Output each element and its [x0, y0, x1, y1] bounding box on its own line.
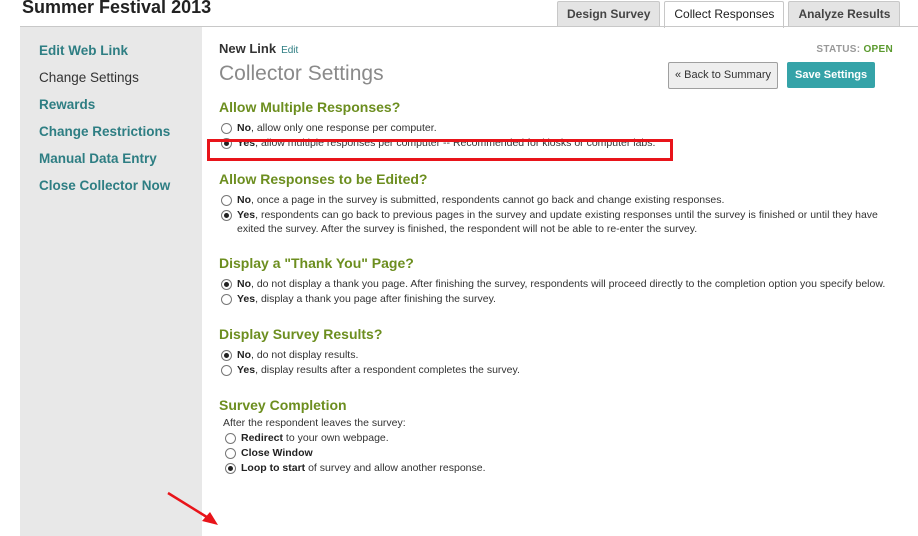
option-edited-no: No, once a page in the survey is submitt…	[219, 193, 899, 207]
option-label: Redirect	[241, 432, 284, 444]
tab-design-survey[interactable]: Design Survey	[557, 1, 661, 26]
option-close-window: Close Window	[223, 446, 899, 460]
main-content: New Link Edit STATUS: OPEN Collector Sett…	[219, 40, 899, 476]
tab-analyze-results[interactable]: Analyze Results	[788, 1, 901, 26]
option-text: , do not display results.	[251, 349, 359, 361]
radio-thankyou-no[interactable]	[221, 279, 232, 290]
sidebar-item-change-restrictions[interactable]: Change Restrictions	[39, 118, 202, 145]
option-text: , allow only one response per computer.	[251, 122, 437, 134]
section-title: Display a "Thank You" Page?	[219, 255, 414, 271]
edit-link[interactable]: Edit	[281, 45, 298, 56]
radio-results-yes[interactable]	[221, 365, 232, 376]
sidebar-item-close-collector-now[interactable]: Close Collector Now	[39, 172, 202, 199]
option-label: Yes	[237, 209, 256, 221]
sidebar-item-change-settings[interactable]: Change Settings	[39, 64, 202, 91]
option-label: Loop to start	[241, 462, 306, 474]
section-survey-completion: Survey Completion After the respondent l…	[219, 397, 899, 475]
option-text: , display a thank you page after finishi…	[255, 293, 496, 305]
option-text: , once a page in the survey is submitted…	[251, 194, 725, 206]
radio-loop-to-start[interactable]	[225, 463, 236, 474]
sidebar-item-manual-data-entry[interactable]: Manual Data Entry	[39, 145, 202, 172]
radio-results-no[interactable]	[221, 350, 232, 361]
option-results-yes: Yes, display results after a respondent …	[219, 363, 899, 377]
option-text: , do not display a thank you page. After…	[251, 278, 886, 290]
radio-redirect[interactable]	[225, 433, 236, 444]
option-label: No	[237, 122, 251, 134]
status-value: OPEN	[863, 44, 893, 55]
radio-close-window[interactable]	[225, 448, 236, 459]
collector-name: New Link	[219, 41, 277, 56]
save-settings-button[interactable]: Save Settings	[787, 62, 876, 88]
survey-title: Summer Festival 2013	[22, 0, 212, 17]
radio-multiple-no[interactable]	[221, 123, 232, 134]
option-text: , respondents can go back to previous pa…	[237, 209, 878, 235]
tab-collect-responses[interactable]: Collect Responses	[664, 1, 785, 28]
option-label: Close Window	[241, 447, 313, 459]
radio-edited-no[interactable]	[221, 195, 232, 206]
option-loop-to-start: Loop to start of survey and allow anothe…	[223, 461, 899, 475]
option-label: No	[237, 194, 251, 206]
back-to-summary-button[interactable]: « Back to Summary	[668, 62, 778, 89]
arrow-annotation-icon	[167, 491, 218, 525]
option-text: , display results after a respondent com…	[255, 364, 520, 376]
option-label: No	[237, 349, 251, 361]
option-label: No	[237, 278, 251, 290]
collector-header: New Link Edit STATUS: OPEN	[219, 40, 899, 62]
option-results-no: No, do not display results.	[219, 348, 899, 362]
option-multiple-no: No, allow only one response per computer…	[219, 121, 899, 135]
status-badge: STATUS: OPEN	[816, 44, 893, 55]
radio-edited-yes[interactable]	[221, 210, 232, 221]
sidebar-item-rewards[interactable]: Rewards	[39, 91, 202, 118]
main-tabs: Design Survey Collect Responses Analyze …	[557, 1, 904, 28]
section-title: Allow Multiple Responses?	[219, 99, 401, 115]
section-survey-results: Display Survey Results? No, do not displ…	[219, 326, 899, 377]
completion-intro: After the respondent leaves the survey:	[223, 417, 406, 429]
settings-toolbar: Collector Settings « Back to Summary Sav…	[219, 62, 899, 94]
option-redirect: Redirect to your own webpage.	[223, 431, 899, 445]
option-text: of survey and allow another response.	[305, 462, 486, 474]
highlight-annotation	[207, 139, 673, 161]
page-title: Collector Settings	[219, 62, 384, 85]
sidebar: Edit Web Link Change Settings Rewards Ch…	[20, 27, 202, 536]
section-thank-you-page: Display a "Thank You" Page? No, do not d…	[219, 255, 899, 306]
sidebar-item-edit-web-link[interactable]: Edit Web Link	[39, 37, 202, 64]
section-title: Allow Responses to be Edited?	[219, 171, 428, 187]
section-title: Survey Completion	[219, 397, 347, 413]
option-label: Yes	[237, 364, 256, 376]
option-edited-yes: Yes, respondents can go back to previous…	[219, 208, 899, 236]
option-label: Yes	[237, 293, 256, 305]
radio-thankyou-yes[interactable]	[221, 294, 232, 305]
option-text: to your own webpage.	[283, 432, 389, 444]
option-thankyou-no: No, do not display a thank you page. Aft…	[219, 277, 899, 291]
option-thankyou-yes: Yes, display a thank you page after fini…	[219, 292, 899, 306]
section-title: Display Survey Results?	[219, 326, 383, 342]
section-responses-edited: Allow Responses to be Edited? No, once a…	[219, 171, 899, 236]
status-label: STATUS:	[816, 44, 861, 55]
